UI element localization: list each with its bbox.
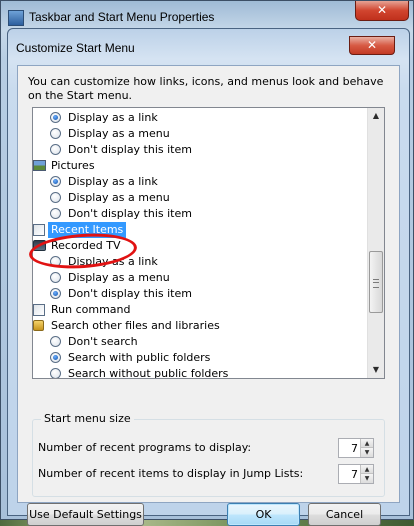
radio-option[interactable]: Don't display this item xyxy=(50,286,370,302)
option-label: Recorded TV xyxy=(51,239,121,252)
lock-icon xyxy=(33,320,44,331)
radio-option[interactable]: Search with public folders xyxy=(50,350,370,366)
description-text: You can customize how links, icons, and … xyxy=(28,75,384,102)
cancel-button[interactable]: Cancel xyxy=(308,503,381,526)
recent-programs-value[interactable]: 7 xyxy=(351,442,358,455)
up-arrow-icon: ▲ xyxy=(364,440,370,447)
scroll-down-arrow-icon: ▼ xyxy=(372,365,380,374)
option-label: Display as a link xyxy=(68,255,158,268)
radio-option[interactable]: Don't display this item xyxy=(50,142,370,158)
recent-programs-row: Number of recent programs to display: 7 … xyxy=(38,438,378,458)
up-arrow-icon: ▲ xyxy=(364,466,370,473)
radio-button[interactable] xyxy=(50,352,61,363)
radio-button[interactable] xyxy=(50,336,61,347)
radio-button[interactable] xyxy=(50,208,61,219)
recent-programs-label: Number of recent programs to display: xyxy=(38,441,252,454)
scroll-up-button[interactable]: ▲ xyxy=(368,108,384,124)
increment-button[interactable]: ▲ xyxy=(360,439,373,448)
start-menu-options-list[interactable]: Display as a link Display as a menu Don't … xyxy=(32,107,385,379)
category-item[interactable]: Pictures xyxy=(33,158,353,174)
radio-button[interactable] xyxy=(50,272,61,283)
option-label: Don't display this item xyxy=(68,143,192,156)
radio-option[interactable]: Display as a link xyxy=(50,254,370,270)
radio-option[interactable]: Display as a link xyxy=(50,110,370,126)
scroll-thumb[interactable] xyxy=(369,251,383,313)
outer-window-title: Taskbar and Start Menu Properties xyxy=(29,10,215,24)
scroll-grip-icon xyxy=(373,279,379,288)
option-label: Display as a menu xyxy=(68,127,170,140)
radio-button[interactable] xyxy=(50,368,61,378)
radio-option[interactable]: Display as a menu xyxy=(50,126,370,142)
outer-close-button[interactable]: ✕ xyxy=(355,1,409,21)
scroll-down-button[interactable]: ▼ xyxy=(368,362,384,378)
option-label: Run command xyxy=(51,303,131,316)
down-arrow-icon: ▼ xyxy=(364,475,370,482)
radio-button[interactable] xyxy=(50,288,61,299)
option-label: Display as a menu xyxy=(68,191,170,204)
recent-programs-stepper[interactable]: 7 ▲ ▼ xyxy=(338,438,374,458)
dialog-title: Customize Start Menu xyxy=(16,41,135,55)
decrement-button[interactable]: ▼ xyxy=(360,448,373,457)
decrement-button[interactable]: ▼ xyxy=(360,474,373,483)
checkbox[interactable] xyxy=(33,304,45,316)
option-label: Display as a link xyxy=(68,111,158,124)
group-legend: Start menu size xyxy=(41,412,134,425)
radio-option[interactable]: Display as a menu xyxy=(50,270,370,286)
category-item[interactable]: Recorded TV xyxy=(33,238,353,254)
radio-button[interactable] xyxy=(50,176,61,187)
use-default-settings-button[interactable]: Use Default Settings xyxy=(27,503,144,526)
option-label: Display as a link xyxy=(68,175,158,188)
radio-button[interactable] xyxy=(50,192,61,203)
increment-button[interactable]: ▲ xyxy=(360,465,373,474)
pictures-icon xyxy=(33,160,46,171)
option-label: Recent Items xyxy=(48,222,127,238)
jump-list-stepper[interactable]: 7 ▲ ▼ xyxy=(338,464,374,484)
jump-list-value[interactable]: 7 xyxy=(351,468,358,481)
checkbox[interactable] xyxy=(33,224,45,236)
option-label: Search without public folders xyxy=(68,367,229,379)
radio-option[interactable]: Search without public folders xyxy=(50,366,370,379)
option-label: Search with public folders xyxy=(68,351,211,364)
jump-list-row: Number of recent items to display in Jum… xyxy=(38,464,378,484)
dialog-content: You can customize how links, icons, and … xyxy=(17,65,400,526)
radio-button[interactable] xyxy=(50,256,61,267)
radio-option[interactable]: Don't search xyxy=(50,334,370,350)
down-arrow-icon: ▼ xyxy=(364,449,370,456)
scroll-up-arrow-icon: ▲ xyxy=(372,111,380,120)
app-icon xyxy=(8,10,24,26)
option-label: Don't display this item xyxy=(68,287,192,300)
tv-icon xyxy=(33,240,46,251)
option-label: Don't display this item xyxy=(68,207,192,220)
customize-start-menu-dialog: Customize Start Menu ✕ You can customize… xyxy=(7,28,410,526)
option-label: Display as a menu xyxy=(68,271,170,284)
radio-option[interactable]: Display as a menu xyxy=(50,190,370,206)
radio-button[interactable] xyxy=(50,112,61,123)
option-label: Pictures xyxy=(51,159,95,172)
checkbox-option[interactable]: Recent Items xyxy=(33,222,353,238)
radio-button[interactable] xyxy=(50,128,61,139)
option-label: Search other files and libraries xyxy=(51,319,220,332)
ok-button[interactable]: OK xyxy=(227,503,300,526)
option-label: Don't search xyxy=(68,335,138,348)
vertical-scrollbar[interactable]: ▲ ▼ xyxy=(367,108,384,378)
close-icon: ✕ xyxy=(366,38,378,52)
dialog-close-button[interactable]: ✕ xyxy=(349,36,395,55)
jump-list-label: Number of recent items to display in Jum… xyxy=(38,467,304,480)
close-icon: ✕ xyxy=(376,3,388,17)
radio-option[interactable]: Don't display this item xyxy=(50,206,370,222)
radio-button[interactable] xyxy=(50,144,61,155)
category-item[interactable]: Search other files and libraries xyxy=(33,318,353,334)
checkbox-option[interactable]: Run command xyxy=(33,302,353,318)
radio-option[interactable]: Display as a link xyxy=(50,174,370,190)
start-menu-size-group: Start menu size Number of recent program… xyxy=(32,412,385,497)
